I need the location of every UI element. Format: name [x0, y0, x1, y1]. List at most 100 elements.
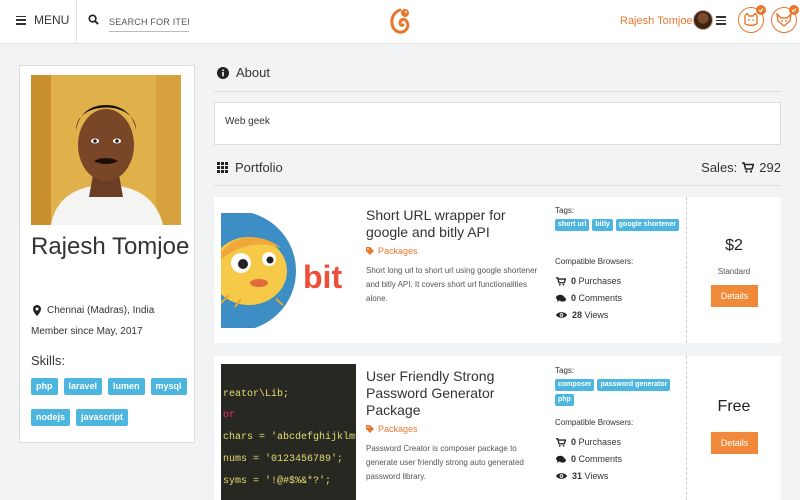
info-icon — [217, 66, 229, 79]
profile-location: Chennai (Madras), India — [33, 305, 154, 316]
tag[interactable]: short url — [555, 219, 590, 231]
check-badge-icon — [789, 5, 799, 15]
sales-label: Sales: — [701, 160, 738, 175]
tags-label: Tags: — [555, 366, 575, 375]
code-line: chars = 'abcdefghijklmnop — [223, 431, 356, 443]
about-box: Web geek — [214, 102, 781, 145]
divider — [76, 0, 77, 44]
profile-photo — [31, 75, 181, 225]
cart-icon — [556, 276, 566, 286]
code-line: nums = '0123456789'; — [223, 453, 343, 465]
cat-icon-button[interactable] — [738, 5, 766, 33]
eye-icon — [556, 473, 567, 479]
item-title[interactable]: Short URL wrapper for google and bitly A… — [366, 207, 516, 241]
category-label: Packages — [378, 246, 418, 256]
purchases-label: Purchases — [578, 437, 622, 447]
search-input[interactable] — [109, 12, 189, 32]
item-price: $2 — [725, 237, 743, 254]
purchases-stat: 0 Purchases — [556, 276, 621, 286]
views-stat: 31 Views — [556, 471, 608, 481]
user-menu-icon[interactable] — [716, 16, 726, 25]
fox-icon — [776, 13, 792, 27]
skill-tag[interactable]: lumen — [108, 378, 145, 395]
site-logo-icon[interactable] — [387, 6, 413, 36]
item-category[interactable]: Packages — [366, 424, 418, 434]
comments-stat: 0 Comments — [556, 454, 622, 464]
top-navbar: MENU Rajesh Tomjoe — [0, 0, 800, 44]
purchases-count: 0 — [571, 276, 577, 286]
details-button[interactable]: Details — [711, 285, 758, 307]
sales-count: 292 — [759, 160, 781, 175]
tag[interactable]: php — [555, 394, 574, 406]
item-description: Short long url to short url using google… — [366, 266, 538, 303]
hamburger-icon — [16, 15, 26, 25]
code-line: syms = '!@#$%&*?'; — [223, 475, 331, 487]
check-badge-icon — [756, 5, 766, 15]
item-thumbnail[interactable]: reator\Lib; or chars = 'abcdefghijklmnop… — [221, 364, 356, 500]
skill-tag[interactable]: javascript — [76, 409, 129, 426]
item-category[interactable]: Packages — [366, 246, 418, 256]
menu-label: MENU — [34, 13, 70, 27]
tag-icon — [366, 247, 374, 255]
item-price: Free — [717, 398, 751, 415]
skill-tag[interactable]: php — [31, 378, 58, 395]
profile-card: Rajesh Tomjoe Chennai (Madras), India Me… — [19, 65, 195, 443]
search-icon[interactable] — [88, 14, 99, 25]
license-type: Standard — [717, 267, 751, 276]
item-title[interactable]: User Friendly Strong Password Generator … — [366, 368, 516, 419]
user-avatar[interactable] — [693, 10, 713, 30]
cart-icon — [742, 162, 755, 173]
category-label: Packages — [378, 424, 418, 434]
menu-button[interactable]: MENU — [16, 13, 69, 27]
tag[interactable]: google shortener — [615, 219, 679, 231]
divider — [214, 185, 781, 186]
sales-summary: Sales: 292 — [701, 160, 781, 175]
member-since: Member since May, 2017 — [31, 326, 143, 337]
cat-icon — [744, 13, 758, 26]
user-name[interactable]: Rajesh Tomjoe — [620, 15, 693, 27]
comments-icon — [556, 455, 566, 463]
fox-icon-button[interactable] — [771, 5, 799, 33]
comments-count: 0 — [571, 293, 577, 303]
views-count: 31 — [572, 471, 583, 481]
browsers-label: Compatible Browsers: — [555, 257, 634, 266]
tags-list: composer password generator php — [555, 379, 680, 406]
purchases-label: Purchases — [578, 276, 622, 286]
code-line: reator\Lib; — [223, 388, 289, 400]
divider — [686, 356, 687, 500]
about-title: About — [236, 65, 270, 80]
location-text: Chennai (Madras), India — [47, 305, 155, 316]
comments-count: 0 — [571, 454, 577, 464]
comments-icon — [556, 294, 566, 302]
details-button[interactable]: Details — [711, 432, 758, 454]
views-label: Views — [584, 310, 609, 320]
portfolio-title: Portfolio — [235, 160, 283, 175]
map-marker-icon — [33, 305, 41, 316]
item-thumbnail[interactable]: bit — [221, 213, 356, 328]
profile-name: Rajesh Tomjoe — [31, 233, 190, 260]
tag[interactable]: composer — [555, 379, 595, 391]
tag[interactable]: bitly — [592, 219, 613, 231]
purchases-count: 0 — [571, 437, 577, 447]
comments-label: Comments — [578, 293, 623, 303]
eye-icon — [556, 312, 567, 318]
views-label: Views — [584, 471, 609, 481]
portfolio-item: reator\Lib; or chars = 'abcdefghijklmnop… — [214, 356, 781, 500]
views-stat: 28 Views — [556, 310, 608, 320]
views-count: 28 — [572, 310, 583, 320]
skill-tag[interactable]: mysql — [150, 378, 187, 395]
code-line: or — [223, 410, 235, 421]
item-description: Password Creator is composer package to … — [366, 444, 524, 481]
skill-tag[interactable]: nodejs — [31, 409, 71, 426]
skills-list: php laravel lumen mysql nodejs javascrip… — [31, 378, 191, 426]
portfolio-heading: Portfolio — [217, 160, 283, 175]
tags-label: Tags: — [555, 206, 575, 215]
tag[interactable]: password generator — [597, 379, 671, 391]
skills-title: Skills: — [31, 353, 65, 368]
cart-icon — [556, 437, 566, 447]
tag-icon — [366, 425, 374, 433]
grid-icon — [217, 162, 228, 173]
skill-tag[interactable]: laravel — [63, 378, 103, 395]
tags-list: short url bitly google shortener — [555, 219, 680, 231]
comments-label: Comments — [578, 454, 623, 464]
